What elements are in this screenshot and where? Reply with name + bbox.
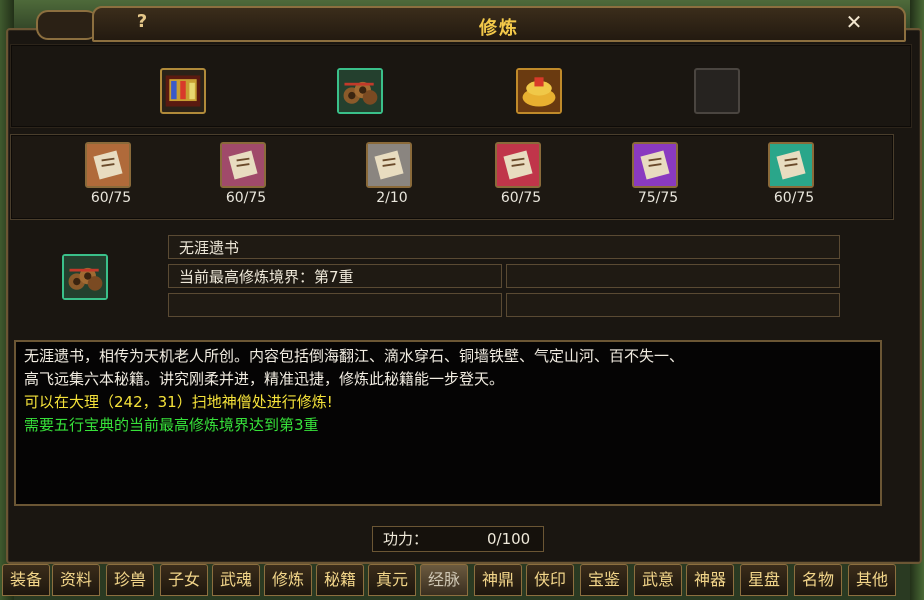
manual-slot[interactable]: 75/75	[630, 142, 686, 206]
manual-slot[interactable]: 2/10	[364, 142, 420, 206]
detail-empty-field	[506, 293, 840, 317]
golden-scrolls-icon[interactable]	[516, 68, 562, 114]
manual-count: 60/75	[500, 190, 542, 206]
manual-slot[interactable]: 60/75	[766, 142, 822, 206]
tab-famous-items[interactable]: 名物	[794, 564, 842, 596]
gongli-bar: 功力： 0/100	[372, 526, 544, 552]
gongli-value: 0/100	[487, 530, 531, 548]
manual-count: 60/75	[225, 190, 267, 206]
book-name-field: 无涯遗书	[168, 235, 840, 259]
location-hint: 可以在大理（242，31）扫地神僧处进行修炼!	[24, 393, 333, 411]
manual-scroll-icon	[495, 142, 541, 188]
description-line: 高飞远集六本秘籍。讲究刚柔并进，精准迅捷，修炼此秘籍能一步登天。	[24, 370, 505, 388]
tab-cultivation[interactable]: 修炼	[264, 564, 312, 596]
gongli-label: 功力：	[383, 530, 429, 548]
manual-count: 60/75	[773, 190, 815, 206]
tab-star-disc[interactable]: 星盘	[740, 564, 788, 596]
manual-scroll-icon	[768, 142, 814, 188]
title-scroll-left	[36, 10, 98, 40]
manual-count: 60/75	[90, 190, 132, 206]
tab-shending[interactable]: 神鼎	[474, 564, 522, 596]
manual-slot[interactable]: 60/75	[218, 142, 274, 206]
manual-slot[interactable]: 60/75	[83, 142, 139, 206]
description-box: 无涯遗书，相传为天机老人所创。内容包括倒海翻江、滴水穿石、铜墙铁壁、气定山河、百…	[14, 340, 882, 506]
requirement-hint: 需要五行宝典的当前最高修炼境界达到第3重	[24, 416, 319, 434]
manual-scroll-icon	[220, 142, 266, 188]
detail-empty-field	[168, 293, 502, 317]
tab-xiayin[interactable]: 侠印	[526, 564, 574, 596]
tab-children[interactable]: 子女	[160, 564, 208, 596]
manual-slot[interactable]: 60/75	[493, 142, 549, 206]
scroll-bundle-icon[interactable]	[337, 68, 383, 114]
tab-pets[interactable]: 珍兽	[106, 564, 154, 596]
tab-meridians[interactable]: 经脉	[420, 564, 468, 596]
manual-scroll-icon	[632, 142, 678, 188]
tab-zhenyuan[interactable]: 真元	[368, 564, 416, 596]
manual-scroll-icon	[366, 142, 412, 188]
manual-count: 75/75	[637, 190, 679, 206]
tab-wuyi[interactable]: 武意	[634, 564, 682, 596]
tab-martial-soul[interactable]: 武魂	[212, 564, 260, 596]
tab-equip[interactable]: 装备	[2, 564, 50, 596]
tome-icon[interactable]	[160, 68, 206, 114]
tab-manuals[interactable]: 秘籍	[316, 564, 364, 596]
manuals-row	[10, 134, 894, 220]
title-bar: 修炼	[92, 6, 906, 42]
tab-baojian[interactable]: 宝鉴	[580, 564, 628, 596]
close-icon[interactable]: ✕	[842, 10, 866, 34]
tab-bar: 装备 资料 珍兽 子女 武魂 修炼 秘籍 真元 经脉 神鼎 侠印 宝鉴 武意 神…	[0, 564, 924, 600]
realm-field: 当前最高修炼境界：第7重	[168, 264, 502, 288]
question-icon[interactable]: ?	[130, 10, 154, 34]
tab-others[interactable]: 其他	[848, 564, 896, 596]
tab-artifacts[interactable]: 神器	[686, 564, 734, 596]
description-line: 无涯遗书，相传为天机老人所创。内容包括倒海翻江、滴水穿石、铜墙铁壁、气定山河、百…	[24, 347, 685, 365]
manual-count: 2/10	[376, 190, 408, 206]
tab-profile[interactable]: 资料	[52, 564, 100, 596]
detail-empty-field	[506, 264, 840, 288]
window-title: 修炼	[479, 18, 519, 39]
top-items-row	[10, 44, 912, 128]
manual-scroll-icon	[85, 142, 131, 188]
empty-slot-icon[interactable]	[694, 68, 740, 114]
selected-book-icon	[62, 254, 108, 300]
